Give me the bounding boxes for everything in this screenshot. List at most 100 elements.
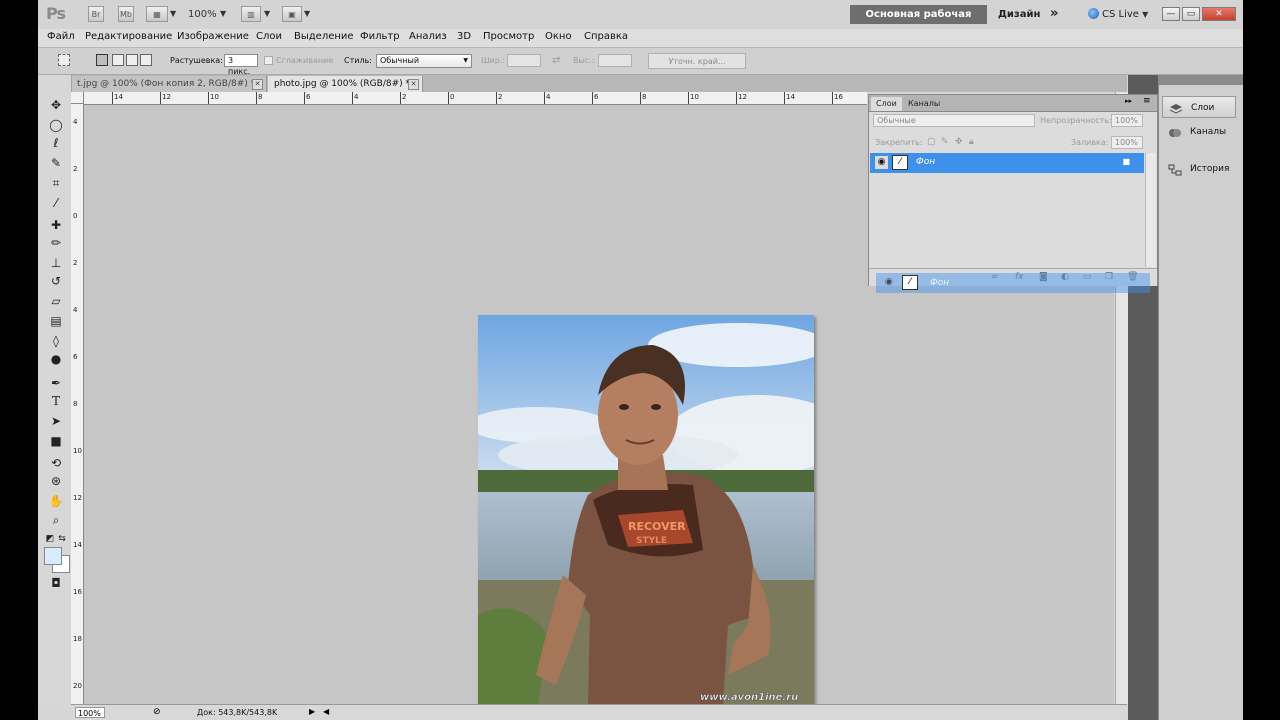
photo-document[interactable]: RECOVER STYLE www.avon1ine.ru (478, 315, 814, 705)
layer-row-background[interactable]: ◉ ⁄ Фон ■ (870, 153, 1144, 173)
cs-live-menu[interactable]: CS Live ▼ (1088, 8, 1148, 20)
dock-header[interactable] (1158, 75, 1243, 85)
tab-photo-jpg[interactable]: photo.jpg @ 100% (RGB/8#) * ✕ (268, 76, 423, 92)
menu-select[interactable]: Выделение (294, 31, 354, 42)
lock-all-icon[interactable]: 🔒︎ (969, 137, 974, 147)
eraser-tool-icon[interactable]: ▱ (48, 293, 64, 309)
status-doc-size: Док: 543,8K/543,8K (197, 708, 278, 717)
more-workspaces-icon[interactable]: » (1050, 6, 1058, 21)
menu-bar: Файл Редактирование Изображение Слои Выд… (38, 29, 1243, 48)
dodge-tool-icon[interactable]: ● (48, 351, 64, 367)
rectangle-tool-icon[interactable]: ■ (48, 433, 64, 449)
menu-window[interactable]: Окно (545, 31, 572, 42)
pen-tool-icon[interactable]: ✒ (48, 375, 64, 391)
menu-filter[interactable]: Фильтр (360, 31, 400, 42)
menu-image[interactable]: Изображение (177, 31, 249, 42)
menu-view[interactable]: Просмотр (483, 31, 534, 42)
ruler-origin[interactable] (71, 92, 84, 104)
lock-transparent-icon[interactable]: ▢ (927, 137, 936, 147)
layers-scrollbar[interactable] (1145, 153, 1156, 267)
tab-t-jpg[interactable]: t.jpg @ 100% (Фон копия 2, RGB/8#) * ✕ (71, 76, 267, 92)
move-tool-icon[interactable]: ✥ (48, 97, 64, 113)
vertical-ruler[interactable]: 4 2 0 2 4 6 8 10 12 14 16 18 20 (71, 104, 84, 704)
screen-mode-button[interactable]: ▣ (282, 6, 302, 22)
intersect-selection-icon[interactable] (140, 54, 152, 66)
scroll-left-icon[interactable]: ◀ (323, 707, 329, 716)
lock-position-icon[interactable]: ✥ (955, 137, 963, 147)
chevron-down-icon[interactable]: ▼ (264, 9, 270, 18)
quick-selection-tool-icon[interactable]: ✎ (48, 155, 64, 171)
close-button[interactable]: ✕ (1202, 7, 1236, 21)
menu-edit[interactable]: Редактирование (85, 31, 172, 42)
blur-tool-icon[interactable]: ◊ (48, 333, 64, 349)
history-brush-tool-icon[interactable]: ↺ (48, 273, 64, 289)
ruler-tick-label: 14 (786, 93, 795, 101)
refine-edge-button[interactable]: Уточн. край... (648, 53, 746, 69)
tab-channels[interactable]: Каналы (903, 97, 945, 111)
gradient-tool-icon[interactable]: ▤ (48, 313, 64, 329)
dock-history-button[interactable]: История (1162, 158, 1236, 180)
lasso-tool-icon[interactable]: ℓ (48, 135, 64, 151)
layer-name[interactable]: Фон (916, 157, 935, 167)
marquee-tool-icon[interactable]: ◯ (48, 117, 64, 133)
close-icon[interactable]: ✕ (408, 79, 419, 90)
zoom-tool-icon[interactable]: ⌕ (48, 512, 64, 528)
new-selection-icon[interactable] (96, 54, 108, 66)
fill-input[interactable]: 100% (1111, 136, 1143, 149)
panel-menu-icon[interactable]: ≡ (1143, 96, 1151, 106)
blend-mode-select[interactable]: Обычные (873, 114, 1035, 127)
ruler-tick (544, 92, 545, 104)
menu-analysis[interactable]: Анализ (409, 31, 447, 42)
chevron-down-icon[interactable]: ▼ (170, 9, 176, 18)
antialias-checkbox[interactable] (264, 56, 273, 65)
zoom-level[interactable]: 100% (188, 9, 217, 20)
crop-tool-icon[interactable]: ⌗ (48, 175, 64, 191)
opacity-input[interactable]: 100% (1111, 114, 1143, 127)
workspace-essentials-button[interactable]: Основная рабочая среда (850, 5, 987, 39)
chevron-down-icon[interactable]: ▼ (304, 9, 310, 18)
bridge-button[interactable]: Br (88, 6, 104, 22)
workspace-design-button[interactable]: Дизайн (998, 9, 1040, 20)
status-info-icon[interactable]: ⊘ (153, 707, 161, 717)
swap-dimensions-icon[interactable]: ⇄ (552, 55, 560, 66)
restore-button[interactable]: ▭ (1182, 7, 1200, 21)
lock-image-icon[interactable]: ✎ (941, 137, 949, 147)
close-icon[interactable]: ✕ (252, 79, 263, 90)
dock-channels-button[interactable]: Каналы (1162, 121, 1236, 143)
status-menu-icon[interactable]: ▶ (309, 707, 315, 716)
style-select[interactable]: Обычный (376, 54, 472, 68)
eyedropper-tool-icon[interactable]: ⁄ (48, 195, 64, 211)
menu-file[interactable]: Файл (47, 31, 75, 42)
menu-layer[interactable]: Слои (256, 31, 282, 42)
height-input[interactable] (598, 54, 632, 67)
status-zoom-input[interactable]: 100% (75, 707, 105, 718)
arrange-documents-button[interactable]: ▥ (241, 6, 261, 22)
healing-brush-tool-icon[interactable]: ✚ (48, 217, 64, 233)
chevron-down-icon[interactable]: ▼ (220, 9, 226, 18)
hand-tool-icon[interactable]: ✋ (48, 493, 64, 509)
type-tool-icon[interactable]: T (48, 393, 64, 409)
marquee-tool-preset-icon[interactable] (58, 54, 70, 66)
visibility-eye-icon[interactable]: ◉ (875, 156, 888, 169)
horizontal-ruler[interactable]: 14 12 10 8 6 4 2 0 2 4 6 8 10 12 14 16 (84, 92, 867, 105)
3d-orbit-tool-icon[interactable]: ⊛ (48, 473, 64, 489)
extras-button[interactable]: ▦ (146, 6, 168, 22)
collapse-panel-icon[interactable]: ▸▸ (1125, 97, 1132, 105)
width-input[interactable] (507, 54, 541, 67)
clone-stamp-tool-icon[interactable]: ⊥ (48, 255, 64, 271)
menu-3d[interactable]: 3D (457, 31, 471, 42)
3d-rotate-tool-icon[interactable]: ⟲ (48, 455, 64, 471)
brush-tool-icon[interactable]: ✏ (48, 235, 64, 251)
quick-mask-icon[interactable]: ◘ (48, 575, 64, 591)
path-selection-tool-icon[interactable]: ➤ (48, 413, 64, 429)
minibridge-button[interactable]: Mb (118, 6, 134, 22)
feather-input[interactable]: 3 пикс. (224, 54, 258, 76)
swap-colors-icon[interactable]: ⇆ (54, 531, 70, 547)
subtract-from-selection-icon[interactable] (126, 54, 138, 66)
tab-layers[interactable]: Слои (871, 97, 902, 111)
add-to-selection-icon[interactable] (112, 54, 124, 66)
menu-help[interactable]: Справка (584, 31, 628, 42)
dock-layers-button[interactable]: Слои (1162, 96, 1236, 118)
foreground-color-swatch[interactable] (44, 547, 62, 565)
minimize-button[interactable]: — (1162, 7, 1180, 21)
